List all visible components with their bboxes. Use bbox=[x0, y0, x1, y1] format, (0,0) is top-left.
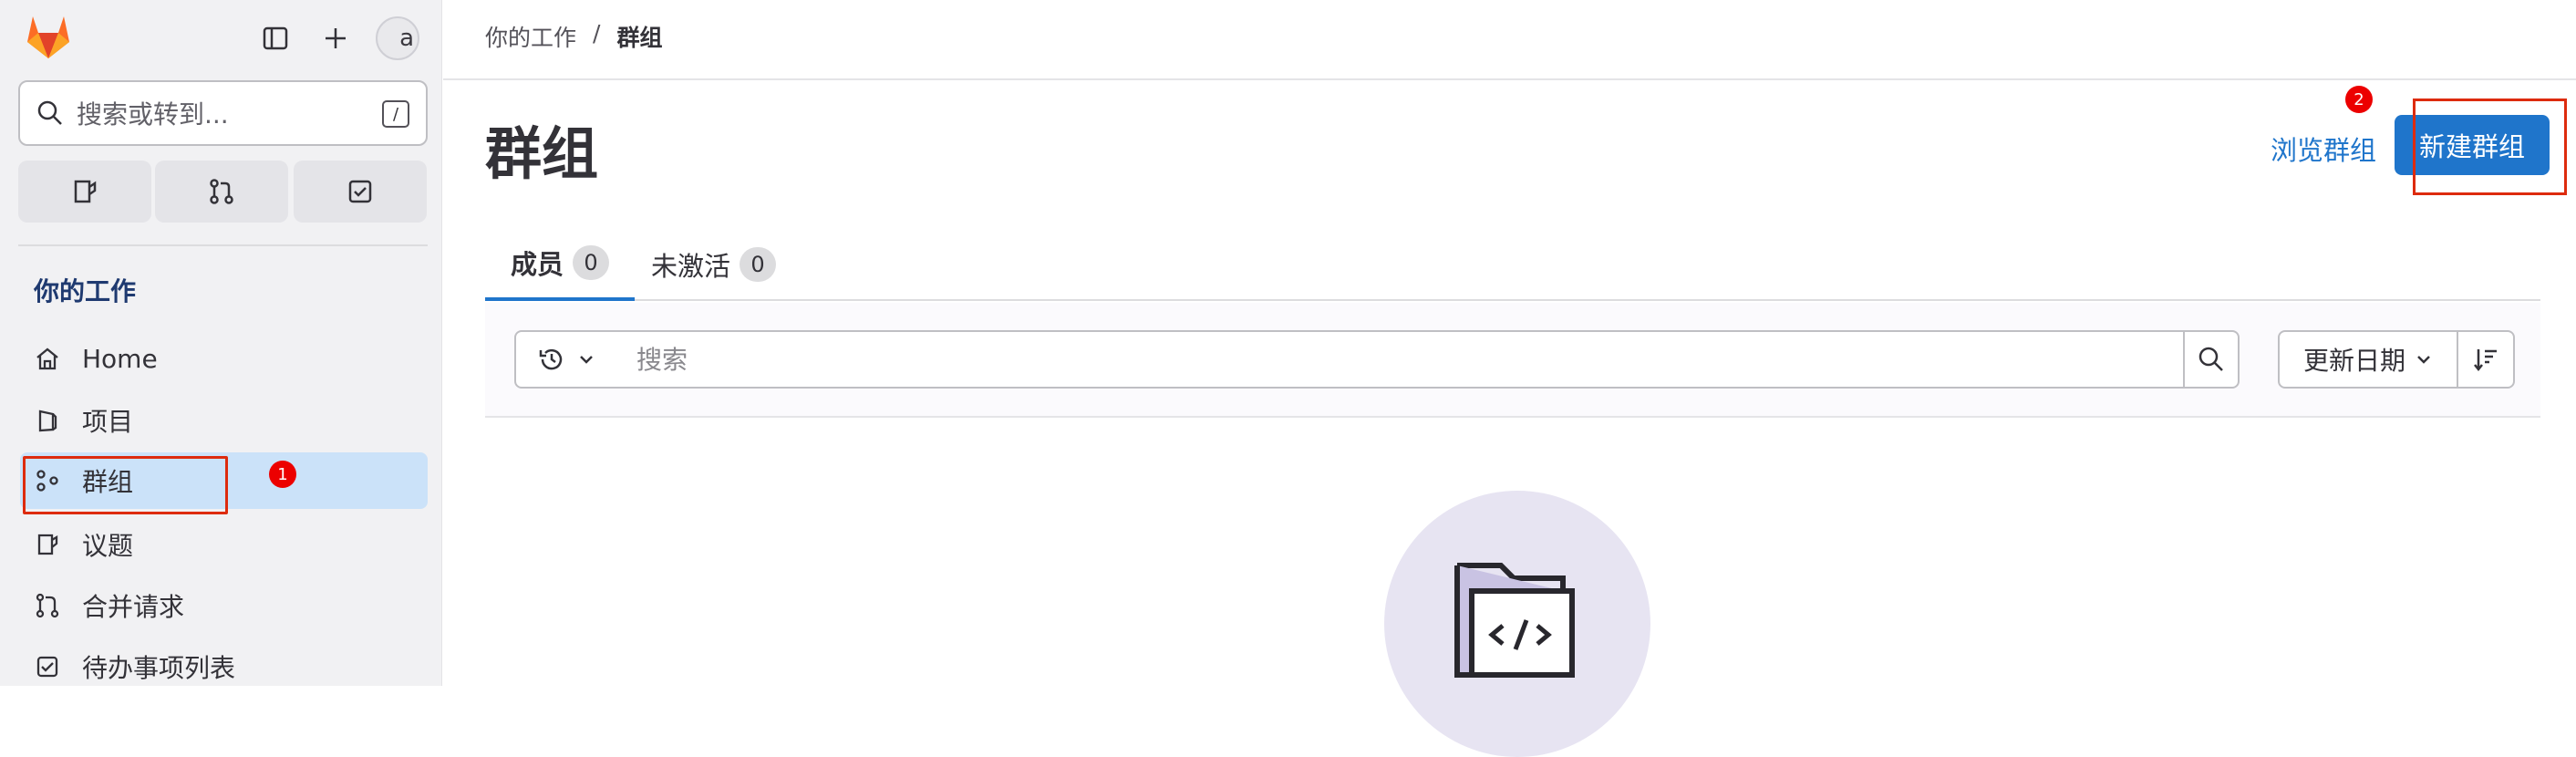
filter-search-input[interactable] bbox=[616, 330, 2185, 389]
plus-icon bbox=[326, 28, 346, 48]
create-new-button[interactable] bbox=[316, 18, 356, 58]
code-folder-icon bbox=[1454, 563, 1575, 678]
merge-request-icon bbox=[33, 591, 62, 620]
avatar-alt-text: a bbox=[399, 25, 414, 52]
search-icon bbox=[2198, 347, 2223, 371]
tab-inactive[interactable]: 未激活 0 bbox=[651, 228, 777, 301]
user-avatar[interactable]: a bbox=[376, 16, 419, 60]
main-content: 你的工作 / 群组 群组 2 浏览群组 新建群组 成员 0 未激活 0 搜索 更… bbox=[443, 0, 2576, 757]
sidebar-divider bbox=[18, 244, 428, 246]
global-search-placeholder: 搜索或转到... bbox=[77, 99, 229, 130]
page-title: 群组 bbox=[485, 120, 599, 187]
annotation-highlight-box bbox=[23, 456, 228, 514]
breadcrumb-current: 群组 bbox=[616, 25, 663, 51]
tab-member[interactable]: 成员 0 bbox=[485, 228, 636, 301]
todo-icon bbox=[348, 180, 372, 203]
sidebar-item-projects[interactable]: 项目 bbox=[20, 392, 428, 449]
sidebar-item-label: 议题 bbox=[82, 531, 134, 561]
explore-groups-link[interactable]: 浏览群组 bbox=[2271, 130, 2376, 168]
merge-requests-button[interactable] bbox=[155, 161, 288, 223]
home-icon bbox=[33, 344, 62, 373]
issues-icon bbox=[33, 530, 62, 559]
sidebar-item-label: 项目 bbox=[82, 407, 134, 437]
project-icon bbox=[33, 406, 62, 435]
breadcrumb-parent-link[interactable]: 你的工作 bbox=[485, 20, 576, 53]
sort-by-dropdown[interactable]: 更新日期 bbox=[2278, 330, 2458, 389]
sidebar-item-merge-requests[interactable]: 合并请求 bbox=[20, 577, 428, 634]
sidebar: a 搜索或转到... / 你的工作 Home 项目 群组 议题 合并请求 待办事… bbox=[0, 0, 442, 686]
toggle-sidebar-button[interactable] bbox=[255, 18, 295, 58]
gitlab-logo-icon[interactable] bbox=[24, 13, 73, 60]
chevron-down-icon bbox=[2417, 356, 2430, 364]
sidebar-section-title: 你的工作 bbox=[34, 276, 137, 306]
todo-icon bbox=[33, 652, 62, 681]
search-shortcut-key: / bbox=[382, 100, 409, 128]
annotation-marker: 1 bbox=[269, 461, 296, 488]
tab-count-badge: 0 bbox=[740, 247, 777, 282]
sidebar-item-issues[interactable]: 议题 bbox=[20, 516, 428, 573]
sort-lowest-icon bbox=[2474, 349, 2497, 372]
issues-icon bbox=[74, 180, 97, 203]
sidebar-header: a bbox=[0, 0, 442, 75]
header-divider bbox=[443, 78, 2576, 80]
recent-searches-dropdown[interactable] bbox=[514, 330, 618, 389]
merge-request-icon bbox=[210, 179, 233, 204]
chevron-down-icon bbox=[580, 356, 593, 364]
sidebar-item-label: Home bbox=[82, 343, 158, 374]
sidebar-toggle-icon bbox=[263, 26, 288, 50]
breadcrumb: 你的工作 / 群组 bbox=[485, 20, 662, 53]
sidebar-item-label: 合并请求 bbox=[82, 592, 185, 622]
annotation-marker: 2 bbox=[2345, 86, 2373, 113]
sidebar-item-label: 待办事项列表 bbox=[82, 653, 236, 683]
assigned-issues-button[interactable] bbox=[18, 161, 151, 223]
history-icon bbox=[539, 348, 563, 370]
group-tabs: 成员 0 未激活 0 bbox=[485, 228, 2540, 301]
tab-label: 成员 bbox=[511, 249, 564, 280]
todo-list-button[interactable] bbox=[294, 161, 427, 223]
annotation-highlight-box bbox=[2413, 99, 2567, 195]
search-icon bbox=[37, 100, 62, 125]
search-submit-button[interactable] bbox=[2183, 330, 2240, 389]
sidebar-item-todo[interactable]: 待办事项列表 bbox=[20, 638, 428, 695]
breadcrumb-separator: / bbox=[593, 20, 601, 47]
global-search-input[interactable]: 搜索或转到... / bbox=[18, 80, 428, 146]
sidebar-item-home[interactable]: Home bbox=[20, 330, 428, 387]
sort-label: 更新日期 bbox=[2302, 346, 2405, 376]
tab-label: 未激活 bbox=[651, 251, 731, 282]
tab-count-badge: 0 bbox=[573, 245, 610, 280]
sort-direction-button[interactable] bbox=[2457, 330, 2515, 389]
filter-bar: 更新日期 bbox=[485, 303, 2540, 418]
